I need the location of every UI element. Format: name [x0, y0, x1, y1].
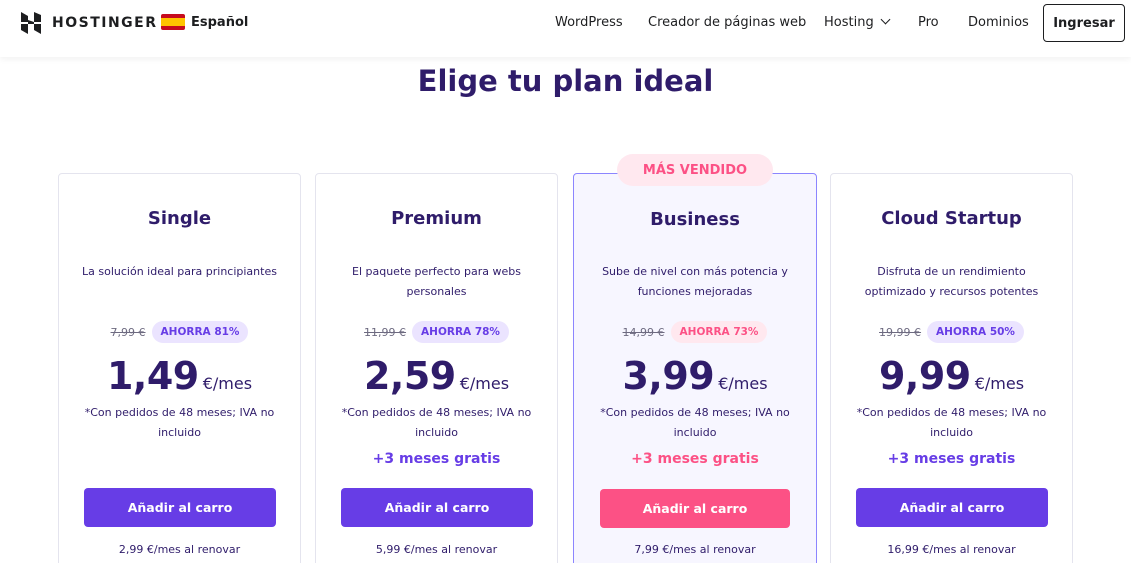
price-terms: *Con pedidos de 48 meses; IVA no incluid… — [856, 406, 1047, 439]
best-seller-badge: MÁS VENDIDO — [617, 154, 773, 186]
price-row: 7,99 € AHORRA 81% — [59, 321, 300, 343]
price-unit: €/mes — [718, 374, 768, 393]
price-terms: *Con pedidos de 48 meses; IVA no incluid… — [341, 406, 532, 439]
language-selector[interactable]: Español — [161, 14, 248, 30]
renewal-price: 16,99 €/mes al renovar — [887, 543, 1016, 556]
nav-website-builder[interactable]: Creador de páginas web — [648, 15, 806, 30]
plan-card-single: Single La solución ideal para principian… — [58, 173, 301, 563]
nav-wordpress[interactable]: WordPress — [555, 15, 623, 30]
price-amount: 2,59 — [363, 354, 456, 398]
nav-domains[interactable]: Dominios — [968, 15, 1029, 30]
plan-description: Disfruta de un rendimiento optimizado y … — [864, 265, 1039, 298]
renewal-price: 5,99 €/mes al renovar — [375, 543, 498, 556]
old-price: 7,99 € — [110, 325, 146, 339]
plan-name: Single — [147, 208, 212, 229]
plan-card-cloud-startup: Cloud Startup Disfruta de un rendimiento… — [830, 173, 1073, 563]
spain-flag-icon — [161, 14, 185, 30]
add-to-cart-button[interactable]: Añadir al carro — [84, 488, 276, 527]
add-to-cart-button[interactable]: Añadir al carro — [341, 488, 533, 527]
old-price: 11,99 € — [364, 325, 407, 339]
old-price: 19,99 € — [879, 325, 922, 339]
price-terms: *Con pedidos de 48 meses; IVA no incluid… — [84, 406, 275, 439]
hostinger-logo-icon — [20, 12, 42, 34]
language-label: Español — [191, 14, 249, 30]
plan-name: Cloud Startup — [881, 208, 1022, 229]
top-navbar: HOSTINGER Español WordPress Creador de p… — [0, 0, 1131, 57]
price-amount: 9,99 — [878, 354, 971, 398]
old-price: 14,99 € — [622, 325, 665, 339]
nav-hosting-label: Hosting — [824, 15, 874, 30]
price-unit: €/mes — [459, 374, 510, 393]
price-unit: €/mes — [202, 374, 253, 393]
bonus-months: +3 meses gratis — [887, 451, 1016, 467]
plan-description: Sube de nivel con más potencia y funcion… — [602, 265, 788, 298]
renewal-price: 7,99 €/mes al renovar — [634, 543, 756, 556]
bonus-months: +3 meses gratis — [372, 451, 501, 467]
price-row: 14,99 € AHORRA 73% — [574, 321, 816, 343]
price-terms: *Con pedidos de 48 meses; IVA no incluid… — [600, 406, 790, 439]
discount-badge: AHORRA 50% — [927, 321, 1024, 343]
nav-hosting[interactable]: Hosting — [824, 14, 891, 30]
plan-description: El paquete perfecto para webs personales — [352, 265, 521, 298]
plan-name: Premium — [391, 208, 482, 229]
plan-price: 3,99 €/mes — [574, 354, 816, 398]
price-unit: €/mes — [974, 374, 1025, 393]
bonus-months: +3 meses gratis — [631, 451, 759, 467]
page-title: Elige tu plan ideal — [417, 64, 714, 98]
brand-name: HOSTINGER — [52, 15, 158, 31]
discount-badge: AHORRA 78% — [412, 321, 509, 343]
chevron-down-icon — [880, 14, 891, 25]
discount-badge: AHORRA 73% — [670, 321, 768, 343]
plan-name: Business — [650, 209, 740, 230]
renewal-price: 2,99 €/mes al renovar — [118, 543, 241, 556]
plan-price: 1,49 €/mes — [59, 354, 300, 398]
plan-card-business: Business Sube de nivel con más potencia … — [573, 173, 817, 563]
price-row: 11,99 € AHORRA 78% — [316, 321, 557, 343]
discount-badge: AHORRA 81% — [151, 321, 249, 343]
plan-price: 9,99 €/mes — [831, 354, 1072, 398]
price-amount: 1,49 — [106, 354, 199, 398]
login-button[interactable]: Ingresar — [1043, 4, 1125, 42]
brand-logo[interactable]: HOSTINGER — [20, 12, 158, 34]
plan-card-premium: Premium El paquete perfecto para webs pe… — [315, 173, 558, 563]
nav-pro[interactable]: Pro — [918, 15, 939, 30]
price-row: 19,99 € AHORRA 50% — [831, 321, 1072, 343]
plan-price: 2,59 €/mes — [316, 354, 557, 398]
price-amount: 3,99 — [622, 354, 715, 398]
add-to-cart-button[interactable]: Añadir al carro — [856, 488, 1048, 527]
add-to-cart-button[interactable]: Añadir al carro — [600, 489, 790, 528]
plan-description: La solución ideal para principiantes — [82, 265, 277, 278]
